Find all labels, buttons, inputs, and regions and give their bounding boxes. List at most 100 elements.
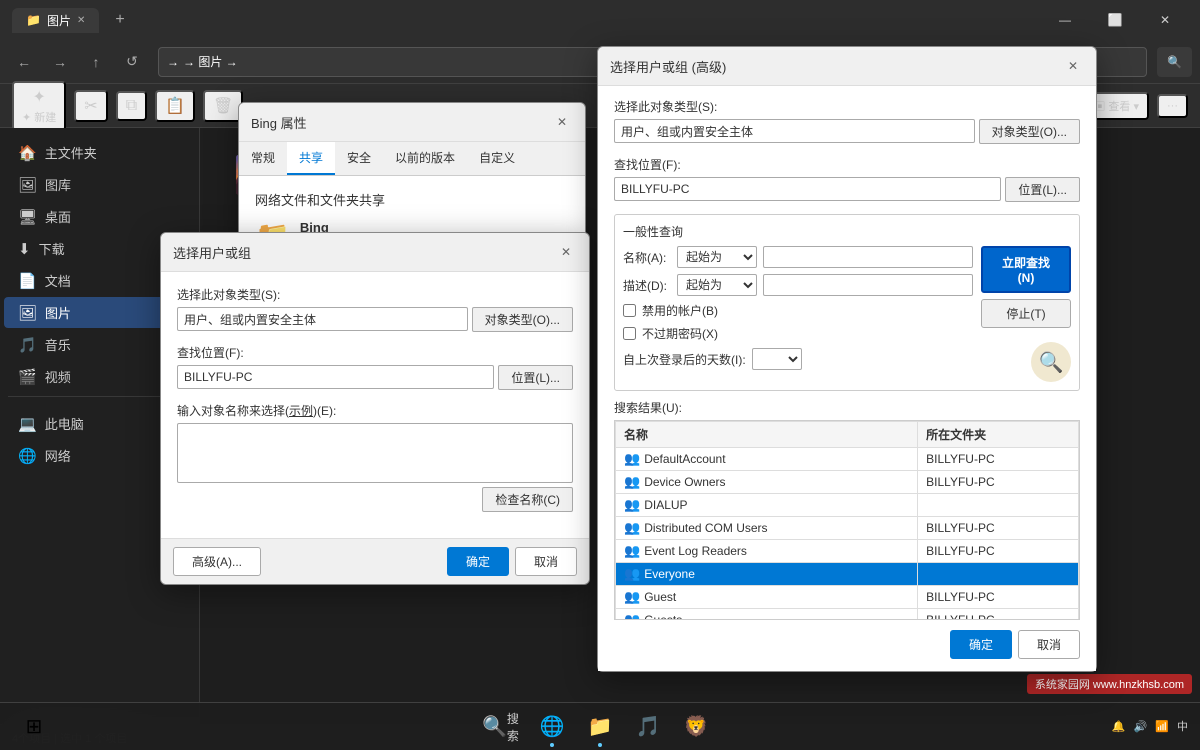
window-controls: — ⬜ ✕ xyxy=(1042,0,1188,40)
minimize-btn[interactable]: — xyxy=(1042,0,1088,40)
input-name-area xyxy=(177,423,573,483)
no-expire-pwd-checkbox[interactable] xyxy=(623,327,636,340)
row-icon-1: 👥 xyxy=(624,474,640,489)
new-tab-btn[interactable]: + xyxy=(107,11,132,29)
adv-ok-btn[interactable]: 确定 xyxy=(950,630,1012,659)
copy-icon: ⧉ xyxy=(126,97,137,115)
query-desc-select[interactable]: 起始为 xyxy=(677,274,757,296)
volume-icon[interactable]: 🔊 xyxy=(1134,720,1148,733)
pictures-icon: 🖼 xyxy=(18,304,37,322)
stop-btn[interactable]: 停止(T) xyxy=(981,299,1071,328)
sidebar-item-network-label: 网络 xyxy=(45,446,71,465)
maximize-btn[interactable]: ⬜ xyxy=(1092,0,1138,40)
explorer-tab[interactable]: 📁 图片 ✕ xyxy=(12,8,99,33)
check-name-btn[interactable]: 检查名称(C) xyxy=(482,487,573,512)
network-icon[interactable]: 📶 xyxy=(1155,720,1169,733)
sidebar-item-music-label: 音乐 xyxy=(45,335,71,354)
disabled-account-checkbox[interactable] xyxy=(623,304,636,317)
new-btn[interactable]: ✦ ✦ 新建 xyxy=(12,81,66,131)
query-name-input[interactable] xyxy=(763,246,973,268)
tab-general[interactable]: 常规 xyxy=(239,142,287,175)
sidebar-item-gallery-label: 图库 xyxy=(45,175,71,194)
adv-location-input[interactable] xyxy=(614,177,1001,201)
find-now-btn[interactable]: 立即查找(N) xyxy=(981,246,1071,293)
cut-btn[interactable]: ✂ xyxy=(74,90,107,122)
taskbar-music[interactable]: 🎵 xyxy=(626,705,670,749)
tab-close-icon[interactable]: ✕ xyxy=(77,15,85,26)
table-row[interactable]: 👥Event Log Readers BILLYFU-PC xyxy=(616,540,1079,563)
advanced-btn[interactable]: 高级(A)... xyxy=(173,547,261,576)
tab-customize[interactable]: 自定义 xyxy=(467,142,527,175)
query-name-label: 名称(A): xyxy=(623,249,671,266)
sidebar-item-gallery[interactable]: 🖼 图库 xyxy=(4,169,195,200)
downloads-icon: ⬇ xyxy=(18,240,31,258)
select-user-small-close-btn[interactable]: ✕ xyxy=(555,241,577,263)
row-icon-7: 👥 xyxy=(624,612,640,620)
taskbar-explorer[interactable]: 📁 xyxy=(578,705,622,749)
select-user-small-ok-btn[interactable]: 确定 xyxy=(447,547,509,576)
days-since-select[interactable] xyxy=(752,348,802,370)
table-row[interactable]: 👥DefaultAccount BILLYFU-PC xyxy=(616,448,1079,471)
tab-sharing[interactable]: 共享 xyxy=(287,142,335,175)
forward-btn[interactable]: → xyxy=(44,46,76,78)
toolbar-actions: 🔍 xyxy=(1157,47,1192,77)
table-row[interactable]: 👥Distributed COM Users BILLYFU-PC xyxy=(616,517,1079,540)
sidebar-item-desktop[interactable]: 🖥 桌面 xyxy=(4,201,195,232)
back-btn[interactable]: ← xyxy=(8,46,40,78)
close-btn[interactable]: ✕ xyxy=(1142,0,1188,40)
query-name-select[interactable]: 起始为 xyxy=(677,246,757,268)
col-location-header: 所在文件夹 xyxy=(918,422,1079,448)
taskbar-fox[interactable]: 🦁 xyxy=(674,705,718,749)
adv-cancel-btn[interactable]: 取消 xyxy=(1018,630,1080,659)
start-btn[interactable]: ⊞ xyxy=(12,704,56,748)
copy-btn[interactable]: ⧉ xyxy=(116,91,147,121)
location-input[interactable] xyxy=(177,365,494,389)
search-btn[interactable]: 🔍 xyxy=(1157,47,1192,77)
select-user-large-close-btn[interactable]: ✕ xyxy=(1062,55,1084,77)
watermark: 系统家园网 www.hnzkhsb.com xyxy=(1027,674,1192,694)
paste-icon: 📋 xyxy=(165,96,185,116)
adv-location-btn[interactable]: 位置(L)... xyxy=(1005,177,1080,202)
table-row[interactable]: 👥Everyone xyxy=(616,563,1079,586)
table-row[interactable]: 👥Device Owners BILLYFU-PC xyxy=(616,471,1079,494)
obj-type-btn[interactable]: 对象类型(O)... xyxy=(472,307,573,332)
obj-type-label: 选择此对象类型(S): xyxy=(177,286,573,303)
tab-security[interactable]: 安全 xyxy=(335,142,383,175)
sidebar-item-pictures-label: 图片 xyxy=(45,303,71,322)
notification-icon[interactable]: 🔔 xyxy=(1112,720,1126,733)
table-row[interactable]: 👥Guest BILLYFU-PC xyxy=(616,586,1079,609)
paste-btn[interactable]: 📋 xyxy=(155,90,195,122)
up-btn[interactable]: ↑ xyxy=(80,46,112,78)
sidebar-item-videos-label: 视频 xyxy=(45,367,71,386)
no-expire-pwd-label: 不过期密码(X) xyxy=(642,325,718,342)
music-icon: 🎵 xyxy=(18,336,37,354)
taskbar-browser[interactable]: 🌐 xyxy=(530,705,574,749)
results-container[interactable]: 名称 所在文件夹 👥DefaultAccount BILLYFU-PC 👥Dev… xyxy=(614,420,1080,620)
fox-icon: 🦁 xyxy=(684,714,709,739)
thispc-icon: 💻 xyxy=(18,415,37,433)
taskbar-left: ⊞ xyxy=(12,702,56,750)
start-icon: ⊞ xyxy=(26,714,43,739)
input-name-row: 输入对象名称来选择(示例)(E): 检查名称(C) xyxy=(177,402,573,512)
adv-obj-type-btn[interactable]: 对象类型(O)... xyxy=(979,119,1080,144)
videos-icon: 🎬 xyxy=(18,368,37,386)
obj-type-input[interactable] xyxy=(177,307,468,331)
table-row[interactable]: 👥DIALUP xyxy=(616,494,1079,517)
network-icon: 🌐 xyxy=(18,447,37,465)
gallery-icon: 🖼 xyxy=(18,176,37,194)
select-user-large-title: 选择用户或组 (高级) xyxy=(610,57,726,76)
obj-type-input-row: 对象类型(O)... xyxy=(177,307,573,332)
tab-previous[interactable]: 以前的版本 xyxy=(383,142,467,175)
select-user-large-titlebar: 选择用户或组 (高级) ✕ xyxy=(598,47,1096,86)
sidebar-item-home[interactable]: 🏠 主文件夹 xyxy=(4,137,195,168)
more-btn[interactable]: ··· xyxy=(1157,94,1188,118)
bing-props-close-btn[interactable]: ✕ xyxy=(551,111,573,133)
refresh-btn[interactable]: ↺ xyxy=(116,46,148,78)
taskbar-search[interactable]: 🔍 搜索 xyxy=(482,705,526,749)
select-user-small-cancel-btn[interactable]: 取消 xyxy=(515,547,577,576)
location-btn[interactable]: 位置(L)... xyxy=(498,365,573,390)
table-row[interactable]: 👥Guests BILLYFU-PC xyxy=(616,609,1079,621)
name-input-area[interactable] xyxy=(177,423,573,483)
adv-obj-type-input[interactable] xyxy=(614,119,975,143)
query-desc-input[interactable] xyxy=(763,274,973,296)
